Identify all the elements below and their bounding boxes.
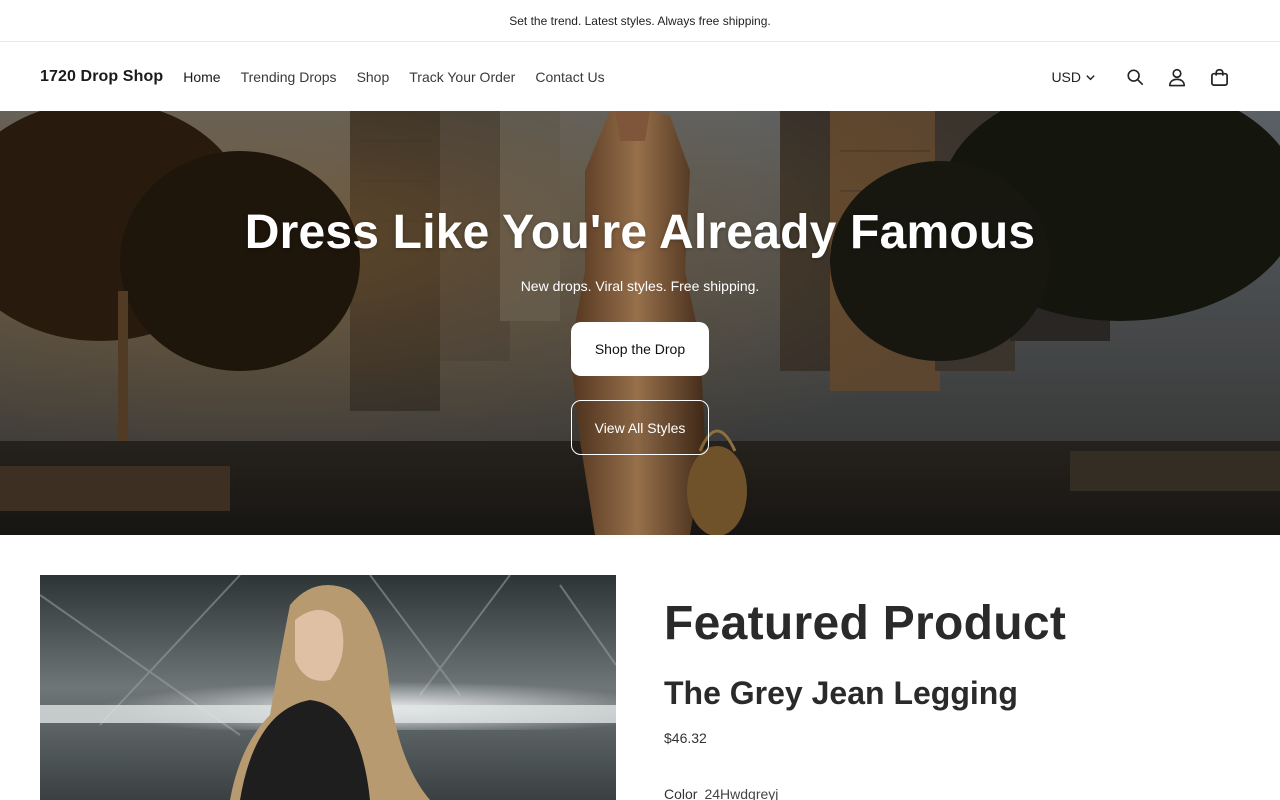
account-button[interactable] xyxy=(1156,56,1198,98)
hero-title: Dress Like You're Already Famous xyxy=(244,206,1036,259)
currency-selector[interactable]: USD xyxy=(1051,69,1096,85)
featured-product-photo xyxy=(40,575,616,800)
chevron-down-icon xyxy=(1086,74,1095,80)
nav-item-contact[interactable]: Contact Us xyxy=(535,69,604,85)
header-actions: USD xyxy=(1051,56,1240,98)
color-value: 24Hwdgreyj xyxy=(704,786,779,800)
product-price: $46.32 xyxy=(664,730,707,746)
hero-subtitle: New drops. Viral styles. Free shipping. xyxy=(520,278,760,294)
cart-button[interactable] xyxy=(1198,56,1240,98)
announcement-bar: Set the trend. Latest styles. Always fre… xyxy=(0,0,1280,42)
site-header: 1720 Drop Shop Home Trending Drops Shop … xyxy=(0,43,1280,111)
product-name[interactable]: The Grey Jean Legging xyxy=(664,675,1066,712)
nav-item-trending-drops[interactable]: Trending Drops xyxy=(241,69,337,85)
hero-banner: Dress Like You're Already Famous New dro… xyxy=(0,111,1280,535)
nav-item-shop[interactable]: Shop xyxy=(357,69,390,85)
featured-heading: Featured Product xyxy=(664,597,1067,650)
search-button[interactable] xyxy=(1114,56,1156,98)
color-label: Color xyxy=(664,786,698,800)
view-all-styles-button[interactable]: View All Styles xyxy=(571,400,709,455)
announcement-text: Set the trend. Latest styles. Always fre… xyxy=(509,13,771,28)
nav-item-track-order[interactable]: Track Your Order xyxy=(409,69,515,85)
featured-product-image[interactable] xyxy=(40,575,616,800)
currency-label: USD xyxy=(1051,69,1081,85)
shop-the-drop-button[interactable]: Shop the Drop xyxy=(571,322,709,376)
main-nav: Home Trending Drops Shop Track Your Orde… xyxy=(183,69,624,85)
nav-item-home[interactable]: Home xyxy=(183,69,220,85)
featured-product-info: Featured Product The Grey Jean Legging $… xyxy=(664,596,1066,800)
color-option: Color 24Hwdgreyj xyxy=(664,786,1066,800)
account-icon xyxy=(1168,68,1186,86)
search-icon xyxy=(1127,69,1144,86)
store-logo[interactable]: 1720 Drop Shop xyxy=(40,68,163,86)
cart-icon xyxy=(1210,68,1228,86)
hero-content: Dress Like You're Already Famous New dro… xyxy=(0,111,1280,535)
